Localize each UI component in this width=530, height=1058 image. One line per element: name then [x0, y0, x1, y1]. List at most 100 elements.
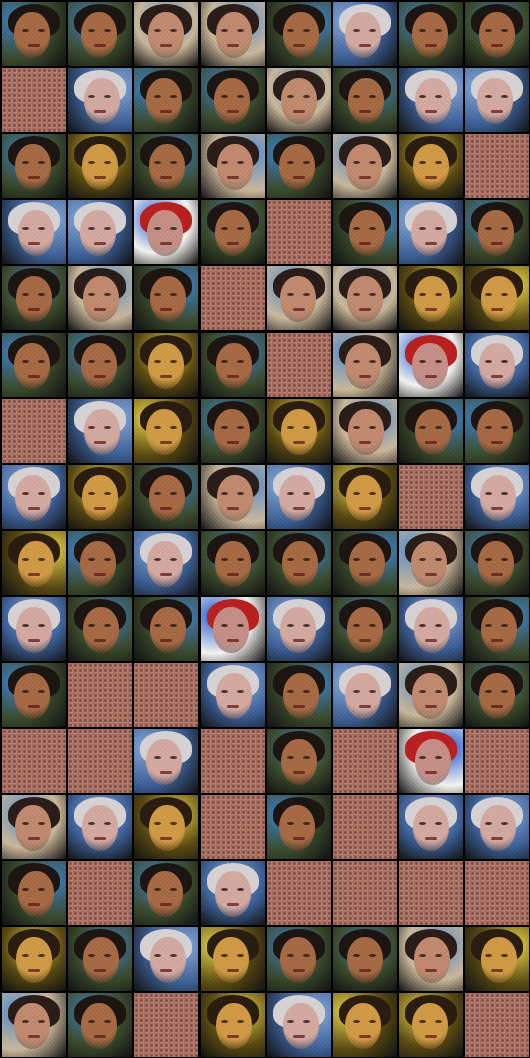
generated-face-tile [399, 2, 463, 66]
generated-face-tile [68, 795, 132, 859]
generated-face-tile [333, 663, 397, 727]
generated-face-tile [68, 200, 132, 264]
generated-face-tile [201, 597, 265, 661]
collapsed-sample-tile [201, 729, 265, 793]
generated-face-tile [134, 134, 198, 198]
generated-face-tile [134, 795, 198, 859]
collapsed-sample-tile [201, 266, 265, 330]
generated-face-tile [201, 861, 265, 925]
generated-face-tile [399, 333, 463, 397]
generated-face-tile [333, 266, 397, 330]
generated-face-tile [465, 266, 529, 330]
generated-face-tile [134, 531, 198, 595]
generated-face-tile [2, 266, 66, 330]
generated-face-tile [267, 134, 331, 198]
generated-face-tile [399, 200, 463, 264]
generated-face-tile [267, 795, 331, 859]
generated-face-tile [333, 993, 397, 1057]
generated-face-tile [267, 729, 331, 793]
generated-face-tile [2, 663, 66, 727]
generated-face-tile [134, 465, 198, 529]
generated-face-tile [68, 134, 132, 198]
collapsed-sample-tile [2, 399, 66, 463]
generated-face-tile [2, 333, 66, 397]
generated-face-tile [134, 927, 198, 991]
generated-face-tile [399, 993, 463, 1057]
collapsed-sample-tile [134, 663, 198, 727]
generated-face-tile [465, 68, 529, 132]
generated-face-tile [399, 399, 463, 463]
generated-face-tile [2, 927, 66, 991]
generated-face-tile [201, 663, 265, 727]
generated-face-tile [2, 795, 66, 859]
generated-face-tile [2, 2, 66, 66]
generated-face-tile [68, 399, 132, 463]
generated-face-tile [267, 663, 331, 727]
generated-face-tile [399, 927, 463, 991]
generated-face-tile [68, 2, 132, 66]
collapsed-sample-tile [333, 861, 397, 925]
generated-face-tile [465, 2, 529, 66]
generated-face-tile [201, 531, 265, 595]
generated-face-tile [2, 531, 66, 595]
generated-face-tile [201, 399, 265, 463]
generated-face-tile [465, 465, 529, 529]
generated-face-tile [333, 333, 397, 397]
generated-face-tile [465, 663, 529, 727]
generated-face-tile [333, 134, 397, 198]
generated-face-tile [68, 927, 132, 991]
generated-face-tile [399, 663, 463, 727]
generated-face-tile [267, 465, 331, 529]
generated-face-tile [267, 2, 331, 66]
generated-face-tile [465, 399, 529, 463]
collapsed-sample-tile [399, 465, 463, 529]
generated-face-tile [68, 266, 132, 330]
generated-face-tile [465, 200, 529, 264]
generated-face-tile [465, 531, 529, 595]
generated-face-tile [399, 266, 463, 330]
generated-face-tile [201, 2, 265, 66]
collapsed-sample-tile [2, 729, 66, 793]
collapsed-sample-tile [465, 729, 529, 793]
generated-face-tile [333, 927, 397, 991]
collapsed-sample-tile [267, 861, 331, 925]
collapsed-sample-tile [333, 729, 397, 793]
generated-face-tile [201, 465, 265, 529]
generated-face-tile [267, 266, 331, 330]
collapsed-sample-tile [267, 200, 331, 264]
collapsed-sample-tile [134, 993, 198, 1057]
generated-face-tile [2, 465, 66, 529]
collapsed-sample-tile [465, 134, 529, 198]
generated-face-tile [2, 861, 66, 925]
generated-face-tile [134, 266, 198, 330]
generated-face-tile [267, 993, 331, 1057]
generated-face-tile [333, 597, 397, 661]
generated-face-tile [465, 597, 529, 661]
generated-face-tile [333, 399, 397, 463]
collapsed-sample-tile [2, 68, 66, 132]
collapsed-sample-tile [399, 861, 463, 925]
generated-face-tile [333, 200, 397, 264]
generated-face-tile [68, 465, 132, 529]
generated-face-tile [399, 795, 463, 859]
generated-face-tile [134, 861, 198, 925]
generated-face-tile [2, 597, 66, 661]
generated-face-tile [267, 927, 331, 991]
generated-face-tile [465, 927, 529, 991]
generated-face-tile [399, 68, 463, 132]
collapsed-sample-tile [68, 861, 132, 925]
generated-face-tile [267, 399, 331, 463]
generated-face-tile [134, 2, 198, 66]
generated-face-tile [2, 134, 66, 198]
generated-face-tile [134, 68, 198, 132]
collapsed-sample-tile [68, 663, 132, 727]
generated-face-tile [399, 134, 463, 198]
generated-face-tile [333, 531, 397, 595]
generated-face-tile [465, 795, 529, 859]
generated-face-tile [68, 333, 132, 397]
generated-face-tile [68, 68, 132, 132]
generated-face-tile [134, 200, 198, 264]
generated-face-tile [134, 597, 198, 661]
generated-face-tile [201, 927, 265, 991]
generated-face-tile [68, 993, 132, 1057]
